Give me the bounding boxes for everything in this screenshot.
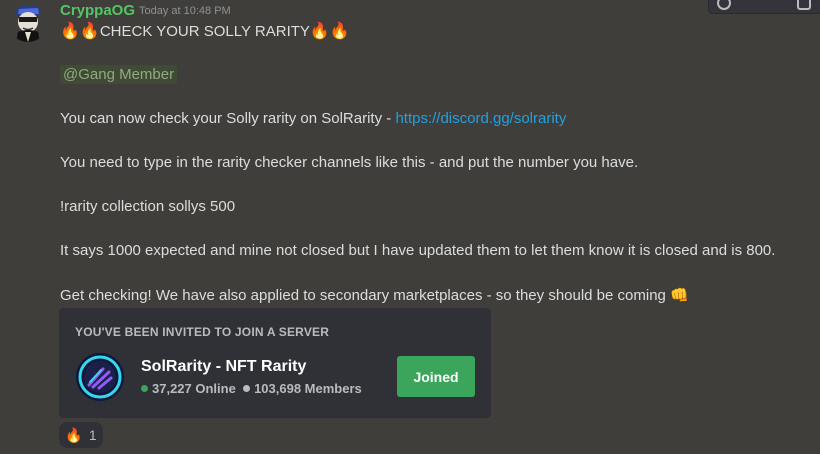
server-invite-card: YOU'VE BEEN INVITED TO JOIN A SERVER Sol… [59, 308, 491, 418]
message-title-line: 🔥🔥CHECK YOUR SOLLY RARITY🔥🔥 [60, 21, 350, 41]
message-username[interactable]: CryppaOG [60, 2, 135, 19]
more-options-icon[interactable] [797, 0, 811, 10]
message-line-2: You need to type in the rarity checker c… [60, 154, 639, 171]
server-icon[interactable] [75, 352, 125, 402]
online-count: 37,227 Online [152, 381, 236, 396]
message-line-5: Get checking! We have also applied to se… [60, 286, 689, 304]
mention-line: @Gang Member [60, 65, 178, 84]
message-text: Get checking! We have also applied to se… [60, 287, 666, 304]
message-timestamp: Today at 10:48 PM [139, 5, 231, 17]
invite-header: YOU'VE BEEN INVITED TO JOIN A SERVER [75, 325, 330, 339]
message-title: CHECK YOUR SOLLY RARITY [99, 23, 310, 40]
online-dot [141, 385, 148, 392]
avatar[interactable] [8, 2, 48, 42]
server-stats: 37,227 Online 103,698 Members [141, 381, 362, 396]
joined-button[interactable]: Joined [397, 356, 475, 397]
message-hover-toolbar [708, 0, 820, 14]
message-text: You can now check your Solly rarity on S… [60, 110, 396, 127]
members-dot [243, 385, 251, 392]
message-line-3: !rarity collection sollys 500 [60, 198, 236, 215]
server-name[interactable]: SolRarity - NFT Rarity [141, 358, 306, 376]
fire-reaction[interactable]: 🔥 1 [59, 422, 103, 448]
reaction-emoji: 🔥 [65, 426, 83, 443]
fire-emoji: 🔥🔥 [60, 23, 100, 40]
member-count: 103,698 Members [254, 381, 362, 396]
reaction-count: 1 [88, 427, 97, 443]
message-line-1: You can now check your Solly rarity on S… [60, 110, 566, 127]
fist-emoji: 👊 [670, 287, 689, 304]
fire-emoji: 🔥🔥 [309, 23, 350, 40]
add-reaction-icon[interactable] [717, 0, 731, 10]
message-line-4: It says 1000 expected and mine not close… [60, 242, 776, 259]
role-mention[interactable]: @Gang Member [60, 65, 178, 84]
invite-link[interactable]: https://discord.gg/solrarity [395, 110, 566, 127]
